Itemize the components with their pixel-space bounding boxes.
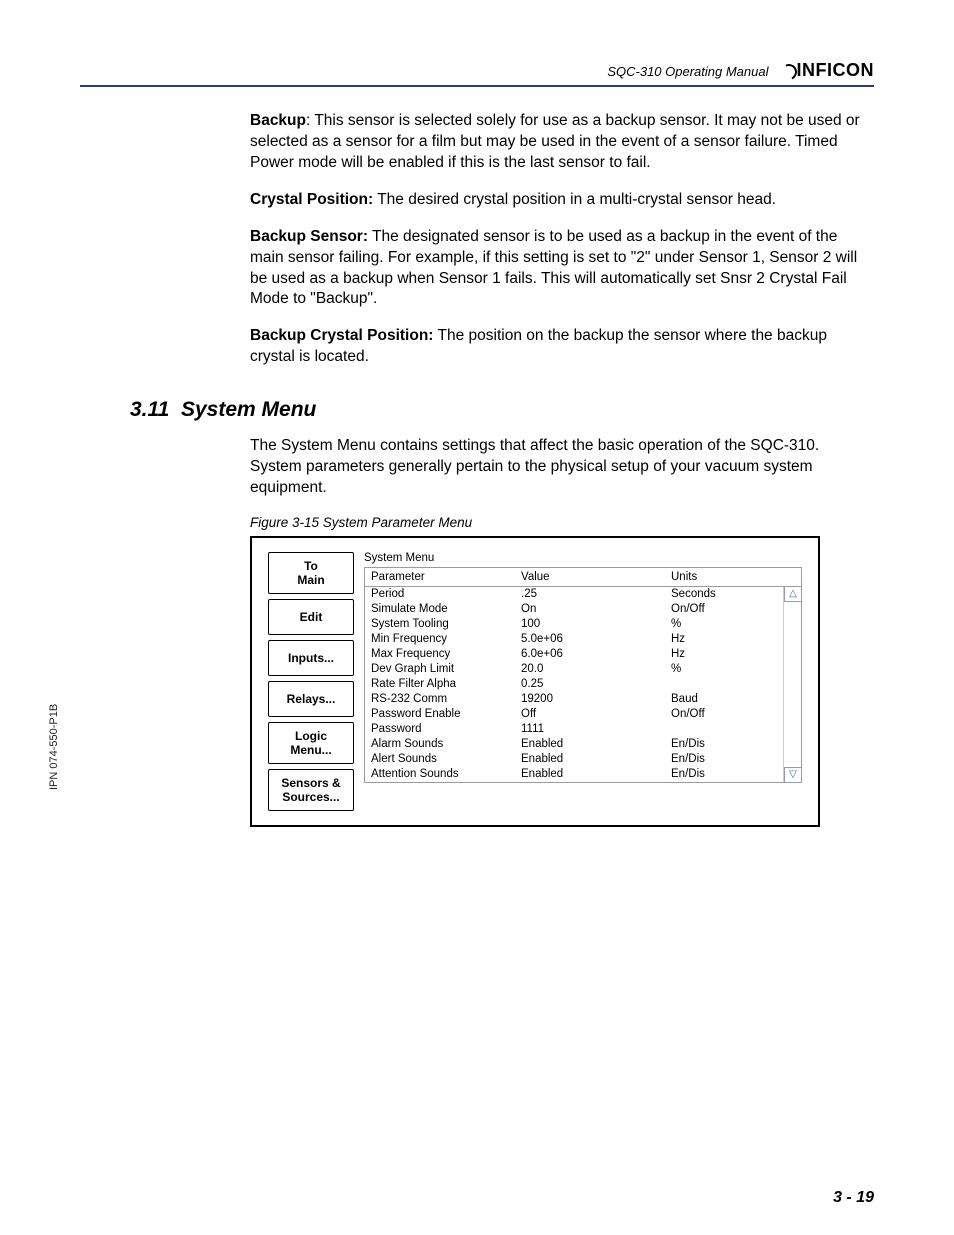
table-row[interactable]: Alarm SoundsEnabledEn/Dis [365, 737, 783, 752]
sensors-sources-button[interactable]: Sensors & Sources... [268, 769, 354, 811]
ipn-code: IPN 074-550-P1B [48, 704, 60, 790]
table-scrollbar[interactable]: △ ▽ [783, 587, 801, 782]
cell-units: En/Dis [665, 752, 783, 767]
cell-units: En/Dis [665, 737, 783, 752]
scroll-down-icon[interactable]: ▽ [784, 767, 802, 783]
cell-parameter: Dev Graph Limit [365, 662, 515, 677]
table-row[interactable]: RS-232 Comm19200Baud [365, 692, 783, 707]
parameter-panel: System Menu Parameter Value Units Period… [364, 552, 802, 811]
cell-units: On/Off [665, 602, 783, 617]
cell-units [665, 677, 783, 692]
table-row[interactable]: Simulate ModeOnOn/Off [365, 602, 783, 617]
scroll-up-icon[interactable]: △ [784, 586, 802, 602]
crystal-pos-text: The desired crystal position in a multi-… [373, 191, 776, 208]
logo-swoosh-icon [779, 63, 795, 79]
paragraph-backup-crystal-position: Backup Crystal Position: The position on… [250, 326, 874, 368]
edit-button[interactable]: Edit [268, 599, 354, 635]
cell-value: 20.0 [515, 662, 665, 677]
table-row[interactable]: Dev Graph Limit20.0% [365, 662, 783, 677]
cell-value: Enabled [515, 752, 665, 767]
cell-value: 100 [515, 617, 665, 632]
cell-units: % [665, 617, 783, 632]
cell-value: 5.0e+06 [515, 632, 665, 647]
table-row[interactable]: Password1111 [365, 722, 783, 737]
table-row[interactable]: Max Frequency6.0e+06Hz [365, 647, 783, 662]
cell-parameter: Rate Filter Alpha [365, 677, 515, 692]
cell-units: Hz [665, 647, 783, 662]
cell-parameter: Simulate Mode [365, 602, 515, 617]
panel-title: System Menu [364, 552, 802, 564]
to-main-button[interactable]: To Main [268, 552, 354, 594]
cell-units: Seconds [665, 587, 783, 602]
table-row[interactable]: Attention SoundsEnabledEn/Dis [365, 767, 783, 782]
logo-text: INFICON [797, 60, 875, 81]
cell-value: Enabled [515, 737, 665, 752]
paragraph-backup: Backup: This sensor is selected solely f… [250, 111, 874, 174]
brand-logo: INFICON [779, 60, 875, 81]
col-header-value: Value [515, 568, 665, 586]
paragraph-crystal-position: Crystal Position: The desired crystal po… [250, 190, 874, 211]
table-row[interactable]: Alert SoundsEnabledEn/Dis [365, 752, 783, 767]
cell-units: Hz [665, 632, 783, 647]
table-row[interactable]: Rate Filter Alpha0.25 [365, 677, 783, 692]
cell-parameter: Password Enable [365, 707, 515, 722]
section-title: System Menu [181, 398, 316, 421]
backup-sensor-label: Backup Sensor: [250, 228, 368, 245]
cell-value: On [515, 602, 665, 617]
logic-menu-button[interactable]: Logic Menu... [268, 722, 354, 764]
table-row[interactable]: Period.25Seconds [365, 587, 783, 602]
paragraph-backup-sensor: Backup Sensor: The designated sensor is … [250, 227, 874, 311]
backup-label: Backup [250, 112, 306, 129]
cell-parameter: Alarm Sounds [365, 737, 515, 752]
table-header: Parameter Value Units [365, 568, 801, 587]
table-row[interactable]: Min Frequency5.0e+06Hz [365, 632, 783, 647]
cell-units: On/Off [665, 707, 783, 722]
cell-parameter: Attention Sounds [365, 767, 515, 782]
backup-text: : This sensor is selected solely for use… [250, 112, 860, 171]
col-header-units: Units [665, 568, 783, 586]
figure-caption: Figure 3-15 System Parameter Menu [250, 515, 874, 530]
cell-value: .25 [515, 587, 665, 602]
inputs-button[interactable]: Inputs... [268, 640, 354, 676]
cell-value: 6.0e+06 [515, 647, 665, 662]
cell-parameter: Max Frequency [365, 647, 515, 662]
section-number: 3.11 [130, 398, 169, 421]
section-intro: The System Menu contains settings that a… [250, 436, 874, 499]
cell-value: 19200 [515, 692, 665, 707]
cell-parameter: Password [365, 722, 515, 737]
cell-parameter: System Tooling [365, 617, 515, 632]
col-header-parameter: Parameter [365, 568, 515, 586]
parameter-table: Parameter Value Units Period.25SecondsSi… [364, 567, 802, 783]
cell-units [665, 722, 783, 737]
crystal-pos-label: Crystal Position: [250, 191, 373, 208]
table-row[interactable]: System Tooling100% [365, 617, 783, 632]
cell-value: Off [515, 707, 665, 722]
relays-button[interactable]: Relays... [268, 681, 354, 717]
side-button-column: To Main Edit Inputs... Relays... Logic M… [268, 552, 354, 811]
page-number: 3 - 19 [833, 1189, 874, 1207]
page-header: SQC-310 Operating Manual INFICON [80, 60, 874, 87]
cell-units: Baud [665, 692, 783, 707]
cell-value: 0.25 [515, 677, 665, 692]
cell-parameter: Min Frequency [365, 632, 515, 647]
figure-system-menu: To Main Edit Inputs... Relays... Logic M… [250, 536, 820, 827]
cell-units: % [665, 662, 783, 677]
cell-units: En/Dis [665, 767, 783, 782]
cell-value: Enabled [515, 767, 665, 782]
table-row[interactable]: Password EnableOffOn/Off [365, 707, 783, 722]
cell-parameter: Period [365, 587, 515, 602]
cell-value: 1111 [515, 722, 665, 737]
cell-parameter: RS-232 Comm [365, 692, 515, 707]
section-heading: 3.11 System Menu [130, 398, 874, 422]
backup-crystal-label: Backup Crystal Position: [250, 327, 433, 344]
cell-parameter: Alert Sounds [365, 752, 515, 767]
doc-title: SQC-310 Operating Manual [607, 64, 768, 81]
